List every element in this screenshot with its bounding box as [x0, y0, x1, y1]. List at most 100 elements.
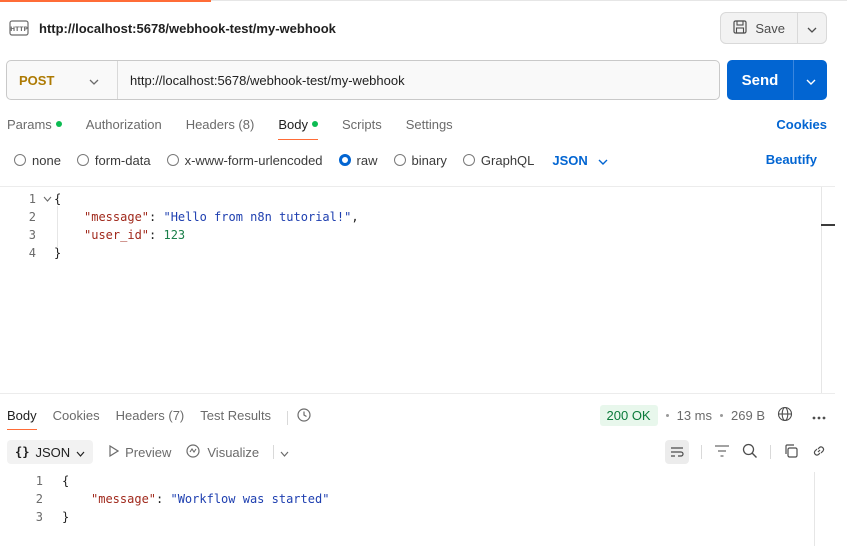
- code-text: {: [62, 474, 70, 488]
- radio-label: raw: [356, 152, 378, 168]
- divider: [287, 411, 289, 425]
- radio-label: x-www-form-urlencoded: [184, 152, 323, 168]
- code-line: 2 "message": "Workflow was started": [0, 490, 330, 508]
- json-key: "message": [91, 492, 157, 506]
- cookies-link[interactable]: Cookies: [776, 117, 827, 132]
- tab-body[interactable]: Body: [278, 112, 318, 140]
- divider: [273, 445, 275, 459]
- send-group: Send: [727, 60, 827, 100]
- body-type-options: none form-data x-www-form-urlencoded raw…: [14, 150, 817, 170]
- json-key: "message": [84, 210, 150, 224]
- status-badge[interactable]: 200 OK: [599, 404, 658, 426]
- method-label: POST: [19, 72, 55, 88]
- save-icon: [733, 19, 747, 37]
- visualize-button[interactable]: Visualize: [185, 443, 259, 462]
- tab-params[interactable]: Params: [7, 112, 62, 140]
- fold-chevron-icon[interactable]: [40, 196, 54, 202]
- send-button[interactable]: Send: [727, 60, 794, 100]
- json-key: "user_id": [84, 228, 150, 242]
- request-title[interactable]: http://localhost:5678/webhook-test/my-we…: [39, 21, 336, 36]
- status-dot: [311, 121, 318, 127]
- code-text: }: [54, 246, 62, 260]
- line-number: 3: [35, 510, 43, 524]
- save-label: Save: [755, 20, 785, 36]
- response-scrollbar[interactable]: [814, 472, 828, 546]
- tab-settings[interactable]: Settings: [406, 112, 453, 140]
- save-button[interactable]: Save: [721, 13, 798, 43]
- url-input[interactable]: [118, 72, 719, 88]
- response-format-select[interactable]: {} JSON: [7, 440, 94, 464]
- response-tab-test-results[interactable]: Test Results: [200, 404, 271, 430]
- radio-button: [76, 154, 89, 166]
- method-select[interactable]: POST: [7, 61, 118, 99]
- visualize-label: Visualize: [207, 444, 260, 460]
- visualize-icon: [185, 443, 201, 462]
- request-tabs: Params Authorization Headers (8) Body Sc…: [7, 112, 827, 140]
- preview-button[interactable]: Preview: [109, 444, 171, 460]
- body-type-form-data[interactable]: form-data: [76, 153, 151, 168]
- tab-label: Authorization: [85, 117, 162, 132]
- filter-icon[interactable]: [714, 444, 730, 461]
- radio-button: [166, 154, 179, 166]
- json-string-value: "Hello from n8n tutorial!": [163, 210, 352, 224]
- chevron-down-icon: [598, 153, 608, 168]
- chevron-down-icon: [807, 21, 817, 36]
- line-number: 4: [28, 246, 36, 260]
- body-type-raw[interactable]: raw: [338, 152, 378, 168]
- braces-icon: {}: [15, 445, 30, 459]
- code-text: }: [62, 510, 70, 524]
- format-label: JSON: [35, 444, 71, 460]
- editor-scrollbar[interactable]: [821, 187, 835, 393]
- chevron-down-icon: [89, 73, 99, 88]
- body-type-none[interactable]: none: [14, 153, 61, 168]
- tab-headers[interactable]: Headers (8): [186, 112, 255, 140]
- response-time[interactable]: 13 ms: [677, 408, 712, 423]
- globe-icon[interactable]: [777, 406, 793, 425]
- response-toolbar: {} JSON Preview Visualize: [7, 440, 827, 464]
- response-tab-body[interactable]: Body: [7, 404, 37, 430]
- code-line: 3 }: [0, 508, 69, 526]
- body-format-select[interactable]: JSON: [552, 152, 608, 168]
- separator-dot: [720, 413, 724, 417]
- radio-button-selected: [338, 154, 351, 166]
- tab-label: Settings: [405, 117, 453, 132]
- body-type-binary[interactable]: binary: [393, 152, 447, 168]
- status-dot: [55, 121, 62, 127]
- more-options-icon[interactable]: [811, 408, 827, 423]
- json-number-value: 123: [163, 228, 186, 242]
- body-type-urlencoded[interactable]: x-www-form-urlencoded: [166, 152, 323, 168]
- copy-icon[interactable]: [783, 443, 799, 462]
- response-size[interactable]: 269 B: [731, 408, 765, 423]
- send-options-button[interactable]: [794, 60, 827, 100]
- link-icon[interactable]: [811, 443, 827, 462]
- http-icon: HTTP: [8, 19, 30, 37]
- json-string-value: "Workflow was started": [170, 492, 330, 506]
- tab-authorization[interactable]: Authorization: [86, 112, 162, 140]
- response-body-viewer[interactable]: 1 { 2 "message": "Workflow was started" …: [0, 472, 847, 546]
- code-line: 3 "user_id": 123: [0, 226, 185, 244]
- line-number: 2: [28, 210, 36, 224]
- chevron-down-icon: [806, 73, 816, 88]
- radio-label: binary: [411, 152, 447, 168]
- chevron-down-icon[interactable]: [280, 445, 289, 460]
- request-title-row: HTTP http://localhost:5678/webhook-test/…: [8, 12, 827, 44]
- wrap-lines-icon[interactable]: [665, 440, 689, 464]
- line-number: 1: [28, 192, 36, 206]
- divider: [770, 445, 771, 459]
- response-tab-cookies[interactable]: Cookies: [53, 404, 100, 430]
- body-type-graphql[interactable]: GraphQL: [462, 152, 535, 168]
- tab-label: Body: [278, 117, 308, 132]
- tab-scripts[interactable]: Scripts: [342, 112, 382, 140]
- history-icon[interactable]: [296, 404, 312, 426]
- response-tab-headers[interactable]: Headers (7): [116, 404, 185, 430]
- beautify-button[interactable]: Beautify: [766, 152, 817, 167]
- radio-label: GraphQL: [480, 152, 535, 168]
- top-divider: [211, 0, 847, 1]
- separator-dot: [665, 413, 669, 417]
- radio-button: [393, 154, 406, 166]
- request-body-editor[interactable]: 1 { 2 "message": "Hello from n8n tutoria…: [0, 186, 835, 394]
- search-icon[interactable]: [742, 443, 758, 462]
- save-options-button[interactable]: [798, 13, 826, 43]
- line-number: 2: [35, 492, 43, 506]
- body-format-label: JSON: [552, 152, 588, 168]
